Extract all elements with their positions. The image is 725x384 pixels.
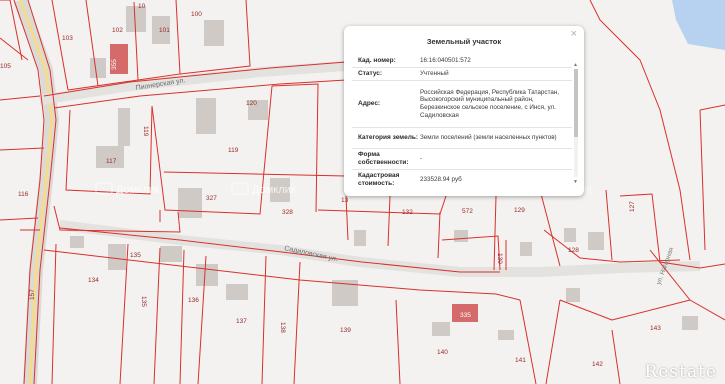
parcel-label: 116	[18, 191, 29, 198]
building	[204, 20, 224, 46]
parcel-label: 355	[111, 59, 118, 70]
row-key: Кадастровая стоимость:	[358, 172, 400, 187]
scroll-down-icon[interactable]: ▼	[573, 179, 578, 185]
parcel-label: 100	[191, 11, 202, 18]
scrollbar-thumb[interactable]	[574, 69, 578, 137]
parcel-label: 572	[462, 208, 473, 215]
row-value: 16:16:040501:572	[420, 57, 471, 65]
popup-row: Форма собственности: -	[352, 148, 572, 169]
parcel-label: 142	[592, 361, 603, 368]
parcel-label: 129	[514, 207, 525, 214]
parcel-label: 136	[188, 297, 199, 304]
parcel-label: 135	[130, 252, 141, 259]
row-value: Учтенный	[420, 70, 449, 78]
building	[566, 288, 580, 302]
building	[108, 244, 126, 270]
parcel-label: 157	[29, 289, 36, 300]
building	[520, 242, 532, 256]
building	[90, 58, 106, 78]
parcel-label: 327	[206, 195, 217, 202]
building	[564, 228, 576, 242]
row-value: 233528.94 руб	[420, 176, 462, 184]
row-key: Категория земель:	[358, 134, 419, 141]
parcel-label: 128	[568, 247, 579, 254]
popup-table: Кад. номер: 16:16:040501:572 Статус: Учт…	[352, 55, 572, 189]
building	[454, 230, 468, 242]
parcel-label: 119	[142, 126, 149, 137]
building	[432, 322, 450, 336]
parcel-label: 135	[140, 296, 147, 307]
row-value: Российская Федерация, Республика Татарст…	[420, 88, 560, 119]
parcel-label: 10	[138, 3, 146, 10]
building	[70, 236, 84, 248]
building	[354, 230, 366, 246]
popup-row: Кад. номер: 16:16:040501:572	[352, 55, 572, 67]
row-key: Кад. номер:	[358, 57, 396, 64]
popup-row: Статус: Учтенный	[352, 67, 572, 80]
parcel-label: 335	[460, 312, 471, 319]
popup-title: Земельный участок	[426, 37, 502, 46]
building	[160, 246, 182, 262]
row-key: Адрес:	[358, 100, 381, 107]
map-viewport[interactable]: 105 103 102 10 100 101 120 119 117 119 1…	[0, 0, 725, 384]
parcel-label: 139	[340, 327, 351, 334]
parcel-label: 141	[515, 357, 526, 364]
row-value: Земли поселений (земли населенных пункто…	[420, 134, 557, 142]
popup-row: Кадастровая стоимость: 233528.94 руб	[352, 169, 572, 189]
parcel-label: 105	[0, 63, 11, 70]
row-value: -	[420, 155, 423, 163]
brand-logo: Restate	[644, 362, 717, 382]
parcel-label: 120	[246, 100, 257, 107]
parcel-label: 134	[88, 277, 99, 284]
parcel-label: 102	[112, 27, 123, 34]
popup-row: Категория земель: Земли поселений (земли…	[352, 127, 572, 148]
watermark-text: Домклик	[116, 184, 160, 196]
popup-row: Адрес: Российская Федерация, Республика …	[352, 80, 572, 127]
parcel-label: 119	[228, 147, 239, 154]
row-key: Форма собственности:	[358, 151, 409, 166]
parcel-label: 127	[629, 201, 636, 212]
building	[226, 284, 248, 300]
building	[498, 330, 514, 340]
building	[682, 316, 698, 330]
parcel-info-popup[interactable]: Земельный участок × Кад. номер: 16:16:04…	[344, 26, 584, 196]
scroll-up-icon[interactable]: ▲	[573, 62, 578, 68]
building	[178, 188, 202, 218]
popup-scrollbar[interactable]: ▲ ▼	[573, 62, 579, 213]
parcel-label: 117	[106, 158, 117, 165]
building	[196, 98, 216, 134]
parcel-label: 140	[437, 349, 448, 356]
parcel-label: 103	[62, 35, 73, 42]
parcel-label: 328	[282, 209, 293, 216]
close-icon[interactable]: ×	[571, 28, 577, 40]
parcel-label: 132	[402, 209, 413, 216]
parcel-label: 137	[236, 318, 247, 325]
parcel-label: 143	[650, 325, 661, 332]
parcel-label: 101	[159, 27, 170, 34]
watermark-text: Домклик	[252, 184, 296, 196]
parcel-label: 130	[496, 253, 503, 264]
parcel-label: 13	[341, 197, 349, 204]
row-key: Статус:	[358, 70, 383, 77]
building	[118, 108, 130, 146]
building	[196, 264, 218, 286]
building	[588, 232, 604, 250]
parcel-label: 138	[279, 322, 286, 333]
